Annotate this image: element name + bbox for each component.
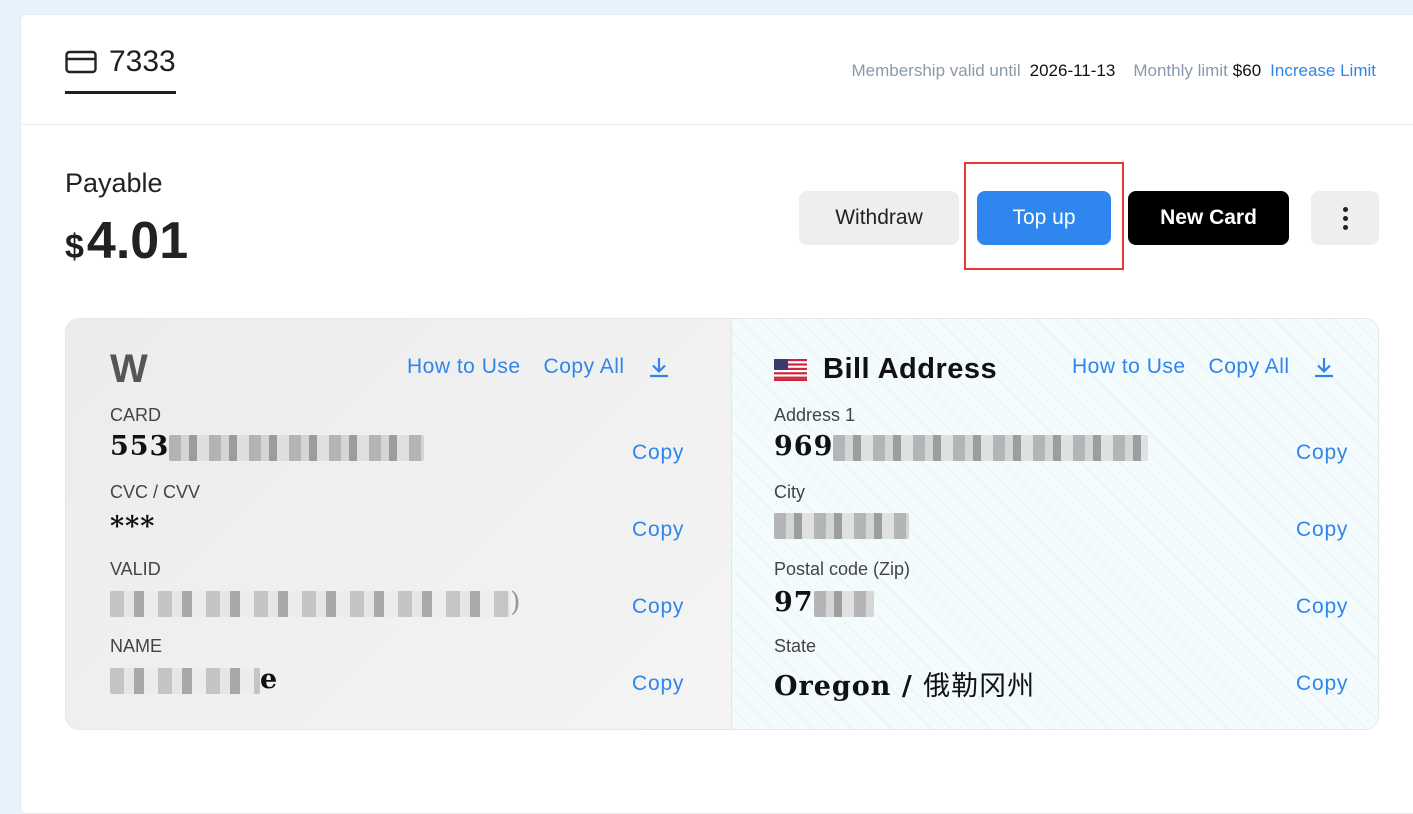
main-panel: 7333 Membership valid until 2026-11-13 M…: [20, 14, 1413, 814]
membership-label: Membership valid until: [851, 61, 1021, 80]
payable-value: 4.01: [86, 212, 189, 270]
postal-code-value: 97: [774, 587, 874, 618]
card-brand: W: [110, 347, 148, 392]
monthly-limit-value: $60: [1232, 61, 1262, 80]
copy-valid[interactable]: Copy: [632, 595, 684, 619]
card-number-label: CARD: [110, 405, 162, 425]
monthly-limit-label: Monthly limit: [1133, 61, 1228, 80]
payable-label: Payable: [65, 168, 163, 198]
bill-address-title: Bill Address: [823, 353, 998, 385]
card-header: 7333 Membership valid until 2026-11-13 M…: [21, 15, 1413, 125]
address1-value: 969: [774, 431, 1149, 462]
copy-card-number[interactable]: Copy: [632, 441, 684, 465]
more-vertical-icon: [1342, 206, 1348, 230]
membership-info: Membership valid until 2026-11-13 Monthl…: [851, 61, 1376, 81]
copy-city[interactable]: Copy: [1296, 518, 1348, 542]
us-flag-icon: [774, 358, 807, 381]
city-value: [774, 509, 909, 540]
new-card-button[interactable]: New Card: [1128, 191, 1289, 245]
valid-label: VALID: [110, 559, 161, 579]
city-label: City: [774, 482, 805, 502]
copy-postal-code[interactable]: Copy: [1296, 595, 1348, 619]
bill-actions: How to Use Copy All: [1072, 355, 1335, 379]
card-tab[interactable]: 7333: [65, 45, 176, 94]
payable-amount: $ 4.01: [65, 211, 188, 271]
top-up-button[interactable]: Top up: [977, 191, 1111, 245]
card-info-section: W How to Use Copy All CARD 553 Copy CVC …: [66, 319, 732, 729]
card-last4: 7333: [109, 45, 176, 78]
more-options-button[interactable]: [1311, 191, 1379, 245]
bill-address-section: Bill Address How to Use Copy All Address…: [732, 319, 1378, 729]
credit-card-icon: [65, 50, 97, 74]
bill-how-to-use-link[interactable]: How to Use: [1072, 355, 1186, 379]
withdraw-button[interactable]: Withdraw: [799, 191, 959, 245]
payable-currency: $: [65, 228, 84, 266]
brand-logo: W: [110, 347, 148, 391]
bill-address-heading: Bill Address: [774, 353, 997, 386]
bill-download-icon[interactable]: [1313, 356, 1335, 378]
copy-address1[interactable]: Copy: [1296, 441, 1348, 465]
cvv-label: CVC / CVV: [110, 482, 201, 502]
download-icon[interactable]: [648, 356, 670, 378]
state-value: Oregon / 俄勒冈州: [774, 671, 1036, 702]
copy-name[interactable]: Copy: [632, 672, 684, 696]
cvv-value: ***: [110, 511, 156, 542]
card-details-box: W How to Use Copy All CARD 553 Copy CVC …: [65, 318, 1379, 730]
membership-date: 2026-11-13: [1029, 61, 1116, 80]
copy-cvv[interactable]: Copy: [632, 518, 684, 542]
postal-code-label: Postal code (Zip): [774, 559, 911, 579]
copy-all-link[interactable]: Copy All: [544, 355, 625, 379]
copy-state[interactable]: Copy: [1296, 672, 1348, 696]
name-value: e: [110, 664, 278, 695]
valid-value: ): [110, 587, 522, 618]
how-to-use-link[interactable]: How to Use: [407, 355, 521, 379]
name-label: NAME: [110, 636, 163, 656]
increase-limit-link[interactable]: Increase Limit: [1270, 61, 1376, 81]
state-label: State: [774, 636, 817, 656]
card-number-value: 553: [110, 431, 425, 462]
address1-label: Address 1: [774, 405, 856, 425]
card-actions: How to Use Copy All: [407, 355, 670, 379]
bill-copy-all-link[interactable]: Copy All: [1209, 355, 1290, 379]
